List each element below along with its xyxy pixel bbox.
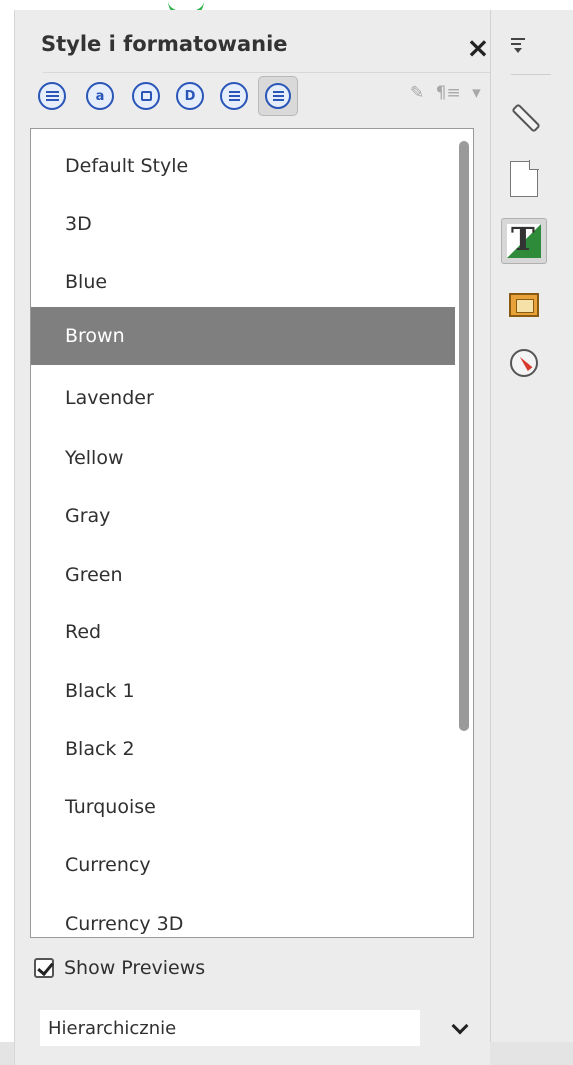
- style-item-yellow[interactable]: Yellow: [31, 429, 455, 487]
- new-style-dropdown-icon[interactable]: ▾: [472, 83, 481, 103]
- list-styles-icon: [228, 90, 240, 102]
- list-styles-button[interactable]: [220, 82, 248, 110]
- tab-properties[interactable]: [501, 92, 547, 138]
- properties-wrench-icon: [509, 100, 541, 133]
- style-filter-select[interactable]: Hierarchicznie: [40, 1010, 420, 1046]
- sidebar-tab-bar: T: [490, 10, 573, 1042]
- table-styles-icon: [265, 83, 291, 109]
- tab-separator: [511, 74, 551, 75]
- list-item-label: Turquoise: [65, 796, 156, 818]
- list-item-label: Brown: [65, 325, 125, 347]
- list-item-label: Gray: [65, 505, 111, 527]
- style-item-3d[interactable]: 3D: [31, 195, 455, 253]
- navigator-icon: [510, 349, 538, 377]
- fill-format-mode-icon[interactable]: ✎: [410, 83, 424, 103]
- list-item-label: Red: [65, 621, 102, 643]
- style-item-default-style[interactable]: Default Style: [31, 137, 455, 195]
- frame-styles-button[interactable]: [132, 82, 160, 110]
- filter-dropdown-button[interactable]: [446, 1014, 474, 1042]
- page-styles-button[interactable]: D: [176, 82, 204, 110]
- tab-styles[interactable]: T: [501, 218, 547, 264]
- menu-icon: [511, 38, 525, 40]
- scrollbar-thumb[interactable]: [459, 141, 469, 731]
- frame-styles-icon: [140, 91, 152, 101]
- styles-icon: T: [507, 220, 541, 258]
- character-styles-button[interactable]: a: [86, 82, 114, 110]
- paragraph-styles-icon: [45, 90, 59, 102]
- style-item-green[interactable]: Green: [31, 546, 455, 604]
- style-item-black-1[interactable]: Black 1: [31, 662, 455, 720]
- new-style-button[interactable]: ¶≡: [436, 83, 461, 103]
- style-actions: ✎ ¶≡ ▾: [410, 83, 487, 103]
- style-item-black-2[interactable]: Black 2: [31, 720, 455, 778]
- list-item-label: Black 1: [65, 680, 135, 702]
- list-item-label: Lavender: [65, 387, 154, 409]
- style-item-red[interactable]: Red: [31, 603, 455, 661]
- tab-gallery[interactable]: [501, 282, 547, 328]
- style-item-turquoise[interactable]: Turquoise: [31, 778, 455, 836]
- app-background-strip-right: [490, 1042, 573, 1065]
- style-item-blue[interactable]: Blue: [31, 253, 455, 311]
- sidebar-menu-button[interactable]: [511, 38, 539, 58]
- tab-page[interactable]: [501, 156, 547, 202]
- list-item-label: Black 2: [65, 738, 135, 760]
- list-item-label: Yellow: [65, 447, 124, 469]
- character-styles-icon: a: [95, 88, 105, 104]
- panel-title: Style i formatowanie: [41, 32, 288, 56]
- app-background-strip: [0, 1042, 14, 1065]
- vertical-scrollbar[interactable]: [459, 135, 469, 931]
- top-accent-strip: [0, 0, 573, 19]
- list-item-label: Blue: [65, 271, 108, 293]
- list-item-label: Currency 3D: [65, 913, 184, 935]
- show-previews-checkbox[interactable]: [34, 958, 54, 978]
- list-item-label: Default Style: [65, 155, 189, 177]
- page-styles-icon: D: [184, 88, 196, 104]
- show-previews-label: Show Previews: [64, 957, 206, 979]
- list-item-label: 3D: [65, 213, 92, 235]
- title-separator: [43, 72, 497, 73]
- tab-navigator[interactable]: [501, 340, 547, 386]
- style-item-gray[interactable]: Gray: [31, 487, 455, 545]
- table-styles-button[interactable]: [258, 76, 298, 116]
- list-item-label: Green: [65, 564, 123, 586]
- style-list[interactable]: Default Style 3D Blue Brown Lavender Yel…: [30, 128, 474, 938]
- page-icon: [510, 160, 539, 197]
- list-item-label: Currency: [65, 854, 151, 876]
- chevron-down-icon: [451, 1017, 469, 1034]
- style-item-lavender[interactable]: Lavender: [31, 369, 455, 427]
- style-item-currency-3d[interactable]: Currency 3D: [31, 895, 455, 937]
- style-item-brown[interactable]: Brown: [31, 307, 455, 365]
- style-item-currency[interactable]: Currency: [31, 836, 455, 894]
- paragraph-styles-button[interactable]: [38, 82, 66, 110]
- gallery-icon: [509, 293, 539, 317]
- show-previews-row[interactable]: Show Previews: [34, 957, 205, 979]
